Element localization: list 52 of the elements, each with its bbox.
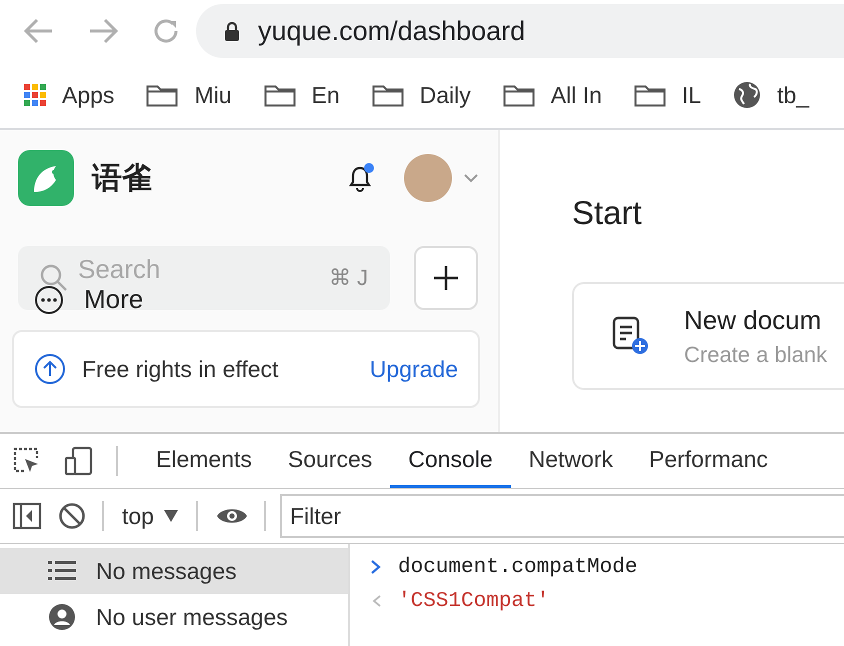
devtools-tab[interactable]: Network xyxy=(510,434,631,488)
filter-field[interactable]: Filter xyxy=(280,494,844,538)
folder-icon xyxy=(264,83,296,107)
bookmark[interactable]: IL xyxy=(634,82,702,108)
folder-icon xyxy=(634,83,666,107)
shortcut-hint: ⌘ J xyxy=(328,265,368,291)
add-button[interactable] xyxy=(414,246,478,310)
brand-name: 语雀 xyxy=(92,160,152,196)
card-subtitle: Create a blank xyxy=(684,342,828,368)
folder-icon xyxy=(372,83,404,107)
dropdown-triangle-icon xyxy=(164,510,178,522)
console-command-text: document.compatMode xyxy=(398,556,638,578)
bookmark[interactable]: Daily xyxy=(372,82,471,108)
rights-text: Free rights in effect xyxy=(82,356,280,382)
bell-icon[interactable] xyxy=(346,163,376,193)
search-icon xyxy=(40,264,68,292)
up-arrow-circle-icon xyxy=(34,353,66,385)
plus-icon xyxy=(433,265,459,291)
sidebar-toggle-icon[interactable] xyxy=(12,502,42,530)
lock-icon xyxy=(224,21,240,41)
devtools-tab[interactable]: Sources xyxy=(270,434,390,488)
more-dots-icon xyxy=(34,284,64,314)
bookmark[interactable]: All In xyxy=(502,82,602,108)
folder-icon xyxy=(146,83,178,107)
prompt-chevron-icon xyxy=(370,559,382,575)
upgrade-link[interactable]: Upgrade xyxy=(370,356,458,382)
card-title: New docum xyxy=(684,304,822,336)
devtools-tab[interactable]: Console xyxy=(390,434,511,488)
list-icon xyxy=(48,560,76,582)
page-heading: Start xyxy=(572,194,643,232)
apps-grid-icon xyxy=(24,84,46,106)
address-bar[interactable]: yuque.com/dashboard xyxy=(196,4,844,58)
bookmark[interactable]: Apps xyxy=(24,82,114,108)
context-dropdown[interactable]: top xyxy=(122,502,178,530)
user-icon xyxy=(48,603,76,631)
block-icon[interactable] xyxy=(58,502,86,530)
new-document-card[interactable]: New docum Create a blank xyxy=(572,282,844,390)
document-add-icon xyxy=(610,316,650,356)
bookmark[interactable]: tb_ xyxy=(733,81,810,109)
globe-icon xyxy=(733,81,762,109)
message-filter-item[interactable]: No user messages xyxy=(0,594,348,640)
address-url: yuque.com/dashboard xyxy=(258,16,526,46)
devtools-tab[interactable]: Elements xyxy=(138,434,270,488)
console-output: 'CSS1Compat' xyxy=(398,590,550,612)
result-chevron-icon xyxy=(370,593,382,609)
message-filter-item[interactable]: No messages xyxy=(0,548,348,594)
bookmark[interactable]: En xyxy=(264,82,340,108)
folder-icon xyxy=(502,83,535,107)
devtools-tab[interactable]: Performanc xyxy=(631,434,786,488)
caret-icon[interactable] xyxy=(464,173,478,183)
bookmark[interactable]: Miu xyxy=(146,82,232,108)
device-toggle-icon[interactable] xyxy=(64,446,94,476)
